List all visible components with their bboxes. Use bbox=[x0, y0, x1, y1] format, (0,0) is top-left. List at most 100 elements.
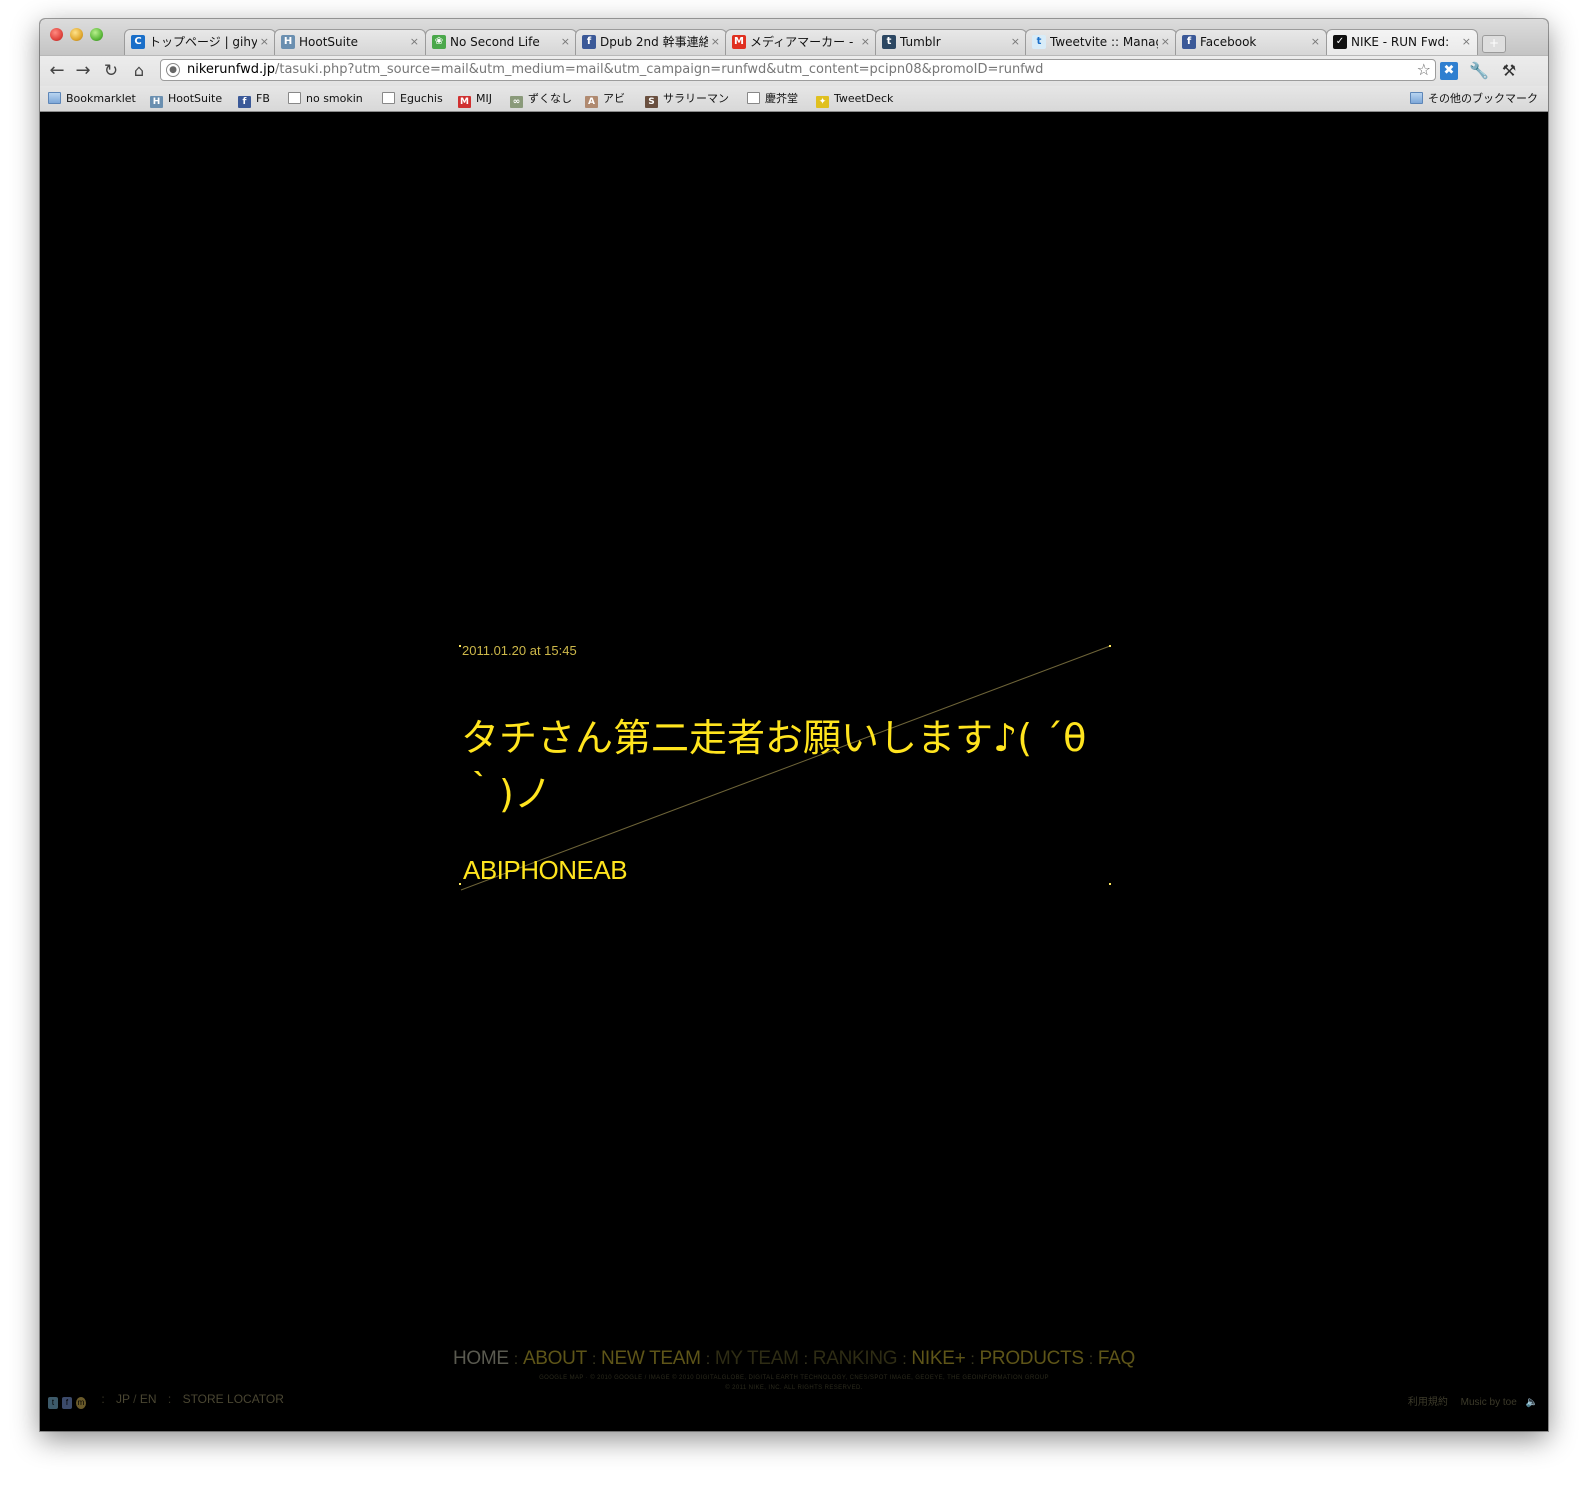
close-tab-icon[interactable]: × bbox=[861, 34, 870, 49]
bookmark-label: FB bbox=[256, 92, 270, 105]
zoom-window-button[interactable] bbox=[90, 28, 103, 41]
twitter-icon[interactable]: t bbox=[48, 1397, 58, 1409]
new-tab-button[interactable]: + bbox=[1482, 35, 1506, 53]
bookmark-item[interactable]: Eguchis bbox=[382, 91, 443, 107]
footer-nav-nike[interactable]: NIKE+ bbox=[911, 1348, 965, 1370]
nav-separator: : bbox=[705, 1351, 710, 1368]
minimize-window-button[interactable] bbox=[70, 28, 83, 41]
browser-tab[interactable]: M メディアマーカー - m × bbox=[725, 29, 877, 55]
close-tab-icon[interactable]: × bbox=[410, 34, 419, 49]
bookmark-label: ずくなし bbox=[528, 92, 572, 105]
footer-nav-new-team[interactable]: NEW TEAM bbox=[601, 1348, 701, 1370]
bookmark-label: サラリーマン bbox=[663, 92, 729, 105]
bookmark-item[interactable]: f FB bbox=[238, 91, 270, 108]
other-bookmarks-label: その他のブックマーク bbox=[1428, 92, 1538, 105]
tab-title: Tumblr bbox=[900, 35, 941, 49]
zukunashi-icon: ∞ bbox=[510, 96, 523, 108]
bookmark-item[interactable]: no smokin bbox=[288, 91, 363, 107]
speaker-icon[interactable]: 🔈 bbox=[1526, 1397, 1538, 1408]
tab-strip: C トップページ | gihyo × H HootSuite × ❀ No Second Li… bbox=[40, 19, 1548, 55]
footer-nav-ranking[interactable]: RANKING bbox=[813, 1348, 898, 1370]
folder-icon bbox=[48, 92, 61, 104]
extension-icon[interactable]: ✖ bbox=[1440, 62, 1458, 80]
url-text: nikerunfwd.jp/tasuki.php?utm_source=mail… bbox=[187, 62, 1043, 78]
address-bar[interactable]: ● nikerunfwd.jp/tasuki.php?utm_source=ma… bbox=[160, 59, 1436, 81]
close-tab-icon[interactable]: × bbox=[260, 34, 269, 49]
footer-nav: HOME: ABOUT: NEW TEAM: MY TEAM: RANKING: NIKE… bbox=[40, 1348, 1548, 1370]
browser-tab[interactable]: ❀ No Second Life × bbox=[425, 29, 577, 55]
bookmark-item[interactable]: Bookmarklet bbox=[48, 91, 136, 107]
close-tab-icon[interactable]: × bbox=[1311, 34, 1320, 49]
browser-tab[interactable]: f Dpub 2nd 幹事連絡用× bbox=[575, 29, 727, 55]
bookmark-star-icon[interactable]: ☆ bbox=[1417, 60, 1431, 80]
map-credit: GOOGLE MAP · © 2010 GOOGLE / IMAGE © 201… bbox=[539, 1375, 1049, 1381]
browser-tab[interactable]: t Tweetvite :: Manage× bbox=[1025, 29, 1177, 55]
browser-toolbar: ← → ↻ ⌂ ● nikerunfwd.jp/tasuki.php?utm_s… bbox=[40, 55, 1548, 86]
tab-title: Dpub 2nd 幹事連絡用 bbox=[600, 35, 708, 49]
lang-jp-link[interactable]: JP bbox=[116, 1392, 130, 1406]
bookmark-label: Bookmarklet bbox=[66, 92, 136, 105]
bookmark-label: MIJ bbox=[476, 92, 492, 105]
footer-nav-faq[interactable]: FAQ bbox=[1098, 1348, 1135, 1370]
browser-tab[interactable]: f Facebook × bbox=[1175, 29, 1327, 55]
gihyo-icon: C bbox=[131, 35, 145, 49]
browser-tab[interactable]: H HootSuite × bbox=[274, 29, 426, 55]
browser-tab[interactable]: C トップページ | gihyo × bbox=[124, 29, 276, 55]
footer-nav-products[interactable]: PRODUCTS bbox=[980, 1348, 1085, 1370]
bookmarks-bar: Bookmarklet H HootSuite f FB no smokin Eguchis… bbox=[40, 86, 1548, 112]
bookmark-item[interactable]: M MIJ bbox=[458, 91, 492, 108]
salaryman-icon: S bbox=[645, 96, 658, 108]
url-path: /tasuki.php?utm_source=mail&utm_medium=m… bbox=[274, 62, 1044, 77]
forward-button[interactable]: → bbox=[72, 60, 94, 82]
close-tab-icon[interactable]: × bbox=[1011, 34, 1020, 49]
other-bookmarks[interactable]: その他のブックマーク bbox=[1410, 91, 1538, 107]
tweetdeck-icon: ✦ bbox=[816, 96, 829, 108]
bookmark-item[interactable]: ✦ TweetDeck bbox=[816, 91, 894, 108]
facebook-icon: f bbox=[238, 96, 251, 108]
footer-right: 利用規約 Music by toe 🔈 bbox=[1408, 1393, 1538, 1408]
corner-marker bbox=[1109, 883, 1111, 885]
footer-nav-my-team[interactable]: MY TEAM bbox=[715, 1348, 799, 1370]
nav-separator: : bbox=[1088, 1351, 1093, 1368]
terms-link[interactable]: 利用規約 bbox=[1408, 1397, 1448, 1408]
nav-separator: : bbox=[513, 1351, 518, 1368]
bookmark-item[interactable]: S サラリーマン bbox=[645, 91, 729, 108]
store-locator-link[interactable]: STORE LOCATOR bbox=[183, 1392, 284, 1406]
tab-title: NIKE - RUN Fwd: bbox=[1351, 35, 1450, 49]
close-tab-icon[interactable]: × bbox=[1462, 34, 1471, 49]
bookmark-item[interactable]: A アビ bbox=[585, 91, 625, 108]
globe-icon: ● bbox=[166, 63, 180, 77]
corner-marker bbox=[459, 645, 461, 647]
facebook-icon[interactable]: f bbox=[62, 1397, 72, 1409]
abi-icon: A bbox=[585, 96, 598, 108]
settings-icon[interactable]: ⚒ bbox=[1498, 60, 1520, 82]
nav-separator: : bbox=[970, 1351, 975, 1368]
bookmark-label: TweetDeck bbox=[834, 92, 894, 105]
hootsuite-icon: H bbox=[281, 35, 295, 49]
back-button[interactable]: ← bbox=[46, 60, 68, 82]
mixi-icon[interactable]: m bbox=[76, 1397, 86, 1409]
post-author[interactable]: ABIPHONEAB bbox=[463, 855, 628, 886]
close-tab-icon[interactable]: × bbox=[1161, 34, 1170, 49]
home-button[interactable]: ⌂ bbox=[128, 60, 150, 82]
browser-tab[interactable]: ✓ NIKE - RUN Fwd: × bbox=[1326, 29, 1478, 55]
bookmark-item[interactable]: 慶芥堂 bbox=[747, 91, 798, 107]
close-tab-icon[interactable]: × bbox=[711, 34, 720, 49]
lang-en-link[interactable]: EN bbox=[140, 1392, 157, 1406]
tab-title: No Second Life bbox=[450, 35, 540, 49]
footer-nav-home[interactable]: HOME bbox=[453, 1348, 509, 1370]
bookmark-item[interactable]: ∞ ずくなし bbox=[510, 91, 572, 108]
footer-left: tfm : JP / EN : STORE LOCATOR bbox=[48, 1392, 284, 1409]
wrench-icon[interactable]: 🔧 bbox=[1468, 60, 1490, 82]
page-icon bbox=[382, 92, 395, 104]
bookmark-label: 慶芥堂 bbox=[765, 92, 798, 105]
bookmark-item[interactable]: H HootSuite bbox=[150, 91, 222, 108]
footer-nav-about[interactable]: ABOUT bbox=[523, 1348, 587, 1370]
tab-title: Tweetvite :: Manage bbox=[1050, 35, 1158, 49]
url-host: nikerunfwd.jp bbox=[187, 62, 275, 77]
reload-button[interactable]: ↻ bbox=[100, 60, 122, 82]
close-tab-icon[interactable]: × bbox=[561, 34, 570, 49]
browser-tab[interactable]: t Tumblr × bbox=[875, 29, 1027, 55]
tab-title: メディアマーカー - m bbox=[750, 35, 858, 49]
close-window-button[interactable] bbox=[50, 28, 63, 41]
